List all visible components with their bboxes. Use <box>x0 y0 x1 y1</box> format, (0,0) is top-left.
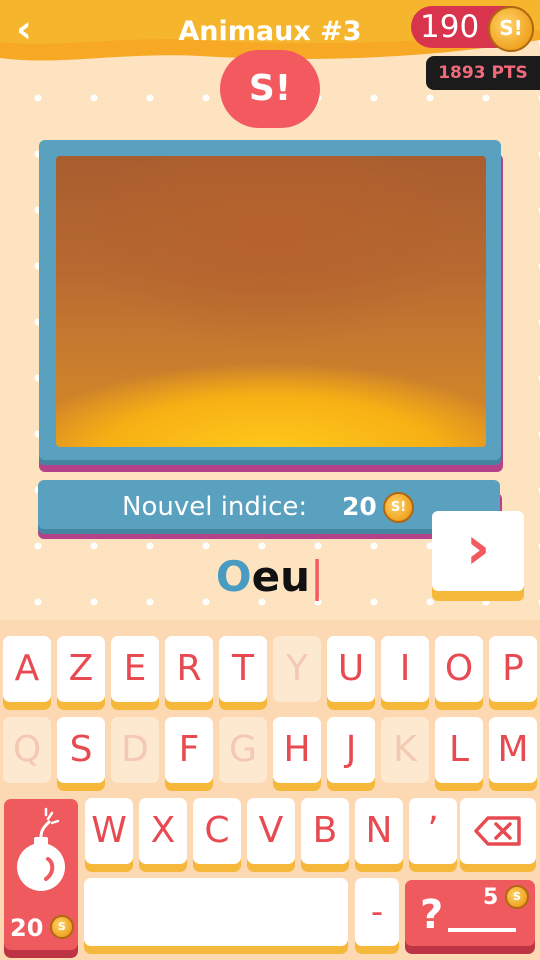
coin-icon: S! <box>488 6 534 52</box>
key-c[interactable]: C <box>193 798 241 864</box>
puzzle-picture <box>56 156 486 447</box>
key-f[interactable]: F <box>165 717 213 783</box>
key-a[interactable]: A <box>3 636 51 702</box>
bomb-icon <box>17 807 65 891</box>
key-m[interactable]: M <box>489 717 537 783</box>
key-z[interactable]: Z <box>57 636 105 702</box>
submit-button[interactable]: › <box>432 511 524 591</box>
key-x[interactable]: X <box>139 798 187 864</box>
coin-icon: S <box>505 885 529 909</box>
backspace-key[interactable] <box>460 798 536 864</box>
points-badge: 1893 PTS <box>426 56 540 90</box>
key-n[interactable]: N <box>355 798 403 864</box>
key-s[interactable]: S <box>57 717 105 783</box>
chevron-left-icon: ‹ <box>16 7 32 51</box>
reveal-symbol: ? <box>420 892 444 938</box>
coin-icon: S <box>50 915 74 939</box>
key-u[interactable]: U <box>327 636 375 702</box>
key-h[interactable]: H <box>273 717 321 783</box>
key-p[interactable]: P <box>489 636 537 702</box>
key-y: Y <box>273 636 321 702</box>
key-b[interactable]: B <box>301 798 349 864</box>
chevron-right-icon: › <box>465 513 491 583</box>
hint-label: Nouvel indice: <box>122 492 308 522</box>
back-button[interactable]: ‹ <box>4 10 44 50</box>
dash-key[interactable]: - <box>355 878 399 946</box>
space-key[interactable] <box>84 878 348 946</box>
bomb-cost: 20 <box>10 914 44 942</box>
answer-first-letter: O <box>215 552 252 601</box>
key-t[interactable]: T <box>219 636 267 702</box>
key-l[interactable]: L <box>435 717 483 783</box>
key-k: K <box>381 717 429 783</box>
text-caret: | <box>309 552 325 601</box>
key-q: Q <box>3 717 51 783</box>
key-d: D <box>111 717 159 783</box>
key-w[interactable]: W <box>85 798 133 864</box>
answer-field[interactable]: Oeu| <box>150 552 390 602</box>
reveal-cost: 5 <box>483 885 499 910</box>
coins-count: 190 <box>420 9 480 45</box>
hint-cost: 20 <box>342 492 377 521</box>
coin-icon: S! <box>383 492 414 523</box>
key-r[interactable]: R <box>165 636 213 702</box>
key-e[interactable]: E <box>111 636 159 702</box>
key-g: G <box>219 717 267 783</box>
key-’[interactable]: ’ <box>409 798 457 864</box>
app-logo: S! <box>220 50 320 128</box>
reveal-underline <box>448 928 516 932</box>
backspace-icon <box>474 816 521 846</box>
answer-typed-text: eu <box>251 552 310 601</box>
key-v[interactable]: V <box>247 798 295 864</box>
key-o[interactable]: O <box>435 636 483 702</box>
key-j[interactable]: J <box>327 717 375 783</box>
level-title: Animaux #3 <box>178 16 362 47</box>
key-i[interactable]: I <box>381 636 429 702</box>
